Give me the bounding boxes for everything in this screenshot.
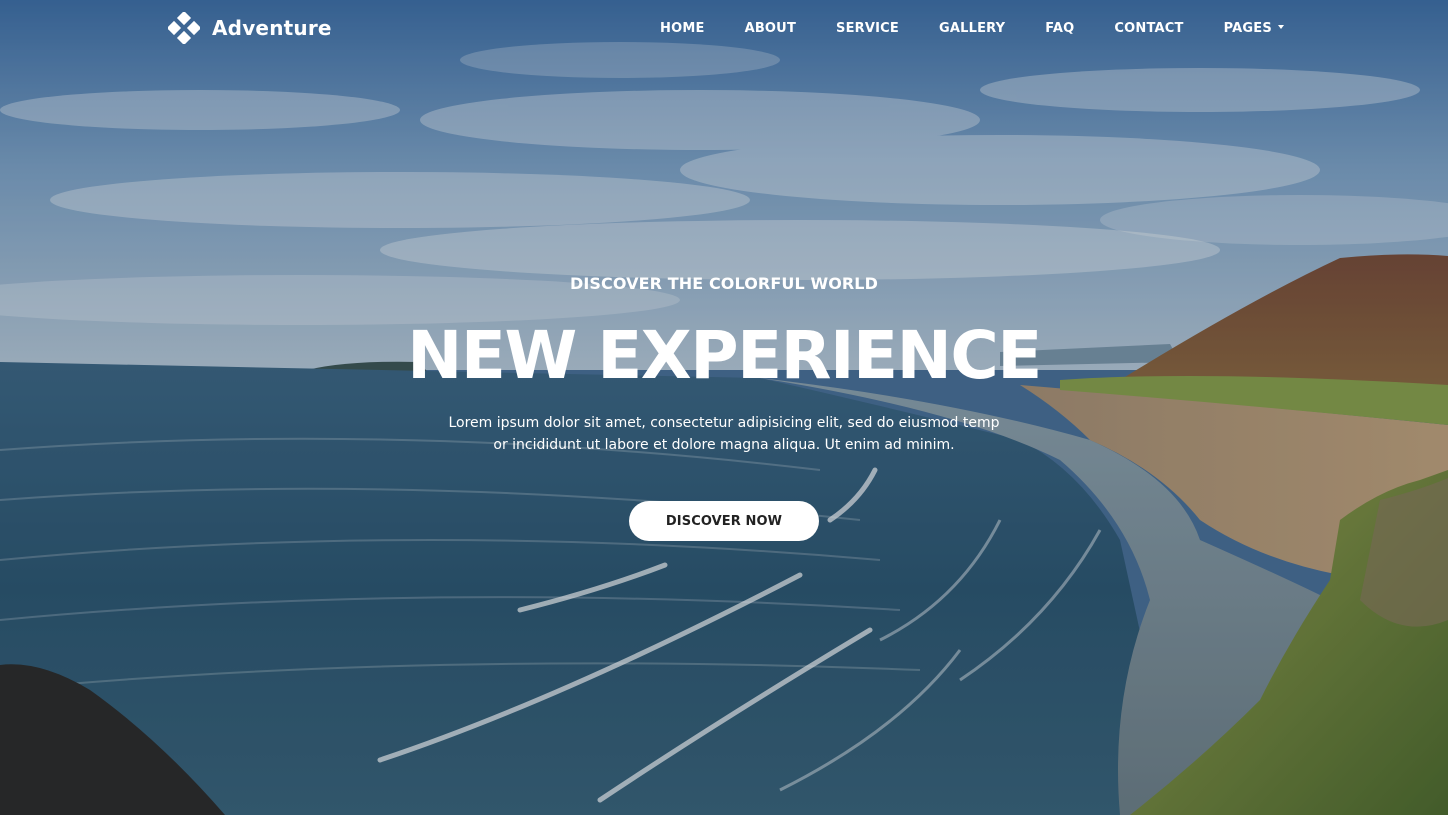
hero-content: DISCOVER THE COLORFUL WORLD NEW EXPERIEN… bbox=[0, 0, 1448, 815]
hero-headline: NEW EXPERIENCE bbox=[407, 317, 1042, 394]
hero-lead-line-1: Lorem ipsum dolor sit amet, consectetur … bbox=[448, 415, 1000, 431]
hero-subtitle: DISCOVER THE COLORFUL WORLD bbox=[569, 274, 878, 293]
discover-now-button[interactable]: DISCOVER NOW bbox=[629, 501, 819, 541]
hero-section: Adventure HOME ABOUT SERVICE GALLERY FAQ… bbox=[0, 0, 1448, 815]
hero-lead-text: Lorem ipsum dolor sit amet, consectetur … bbox=[424, 412, 1024, 456]
hero-lead-line-2: or incididunt ut labore et dolore magna … bbox=[493, 437, 955, 453]
